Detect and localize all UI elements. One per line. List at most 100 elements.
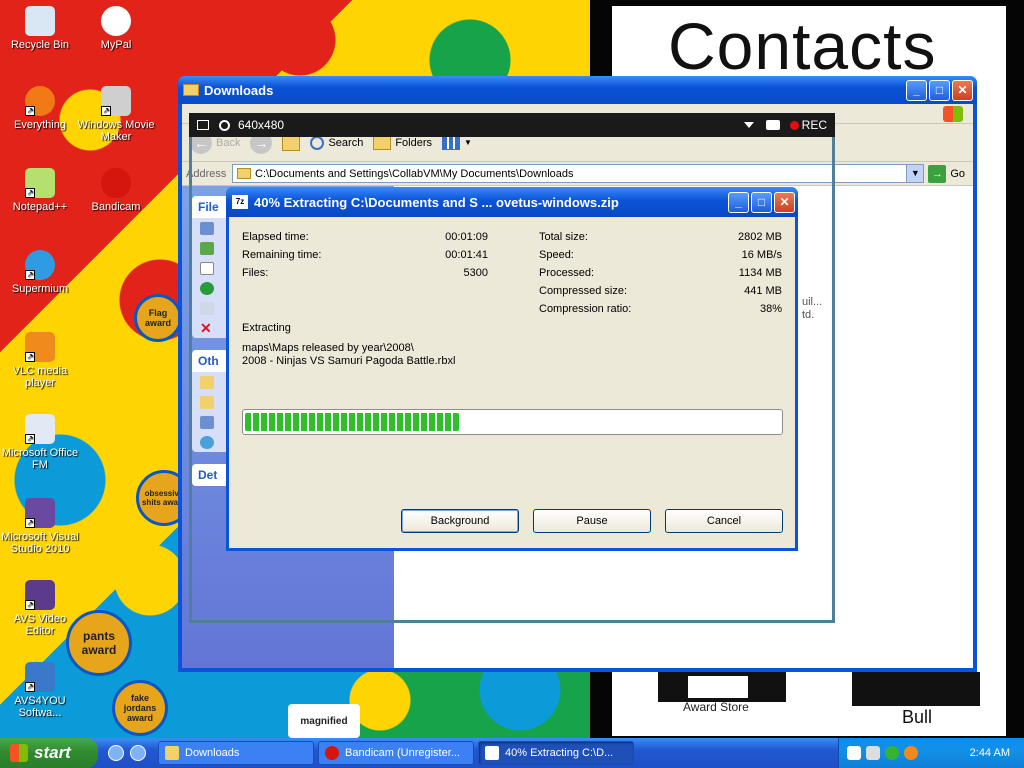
chevron-down-icon[interactable]	[743, 122, 754, 128]
avs-video-editor-icon: ↗	[25, 580, 55, 610]
elapsed-time-label: Elapsed time:	[242, 231, 309, 243]
go-button[interactable]: → Go	[928, 164, 965, 183]
folder-icon	[165, 746, 179, 760]
fake-jordans-badge: fake jordans award	[112, 680, 168, 736]
maximize-button[interactable]: □	[929, 79, 950, 101]
bandicam-icon	[101, 168, 131, 198]
start-button[interactable]: start	[0, 738, 98, 768]
total-size-value: 2802 MB	[737, 231, 782, 243]
notepad-plus-icon: ↗	[25, 168, 55, 198]
cancel-button[interactable]: Cancel	[665, 509, 783, 533]
processed-value: 1134 MB	[738, 267, 782, 279]
desktop-icon-movie-maker[interactable]: ↗ Windows Movie Maker	[76, 86, 156, 143]
processed-label: Processed:	[539, 267, 595, 279]
speed-value: 16 MB/s	[741, 249, 782, 261]
total-size-label: Total size:	[539, 231, 588, 243]
taskbar-button-bandicam[interactable]: Bandicam (Unregister...	[318, 741, 474, 765]
desktop-icon-avs4you[interactable]: ↗ AVS4YOU Softwa...	[0, 662, 80, 719]
everything-icon: ↗	[25, 86, 55, 116]
award-store-card	[658, 672, 786, 702]
files-value: 5300	[463, 267, 488, 279]
magnified-badge: magnified	[288, 704, 360, 738]
recycle-bin-icon	[25, 6, 55, 36]
system-tray: 2:44 AM	[838, 738, 1024, 768]
status-label: Extracting	[242, 322, 291, 334]
camera-icon[interactable]	[765, 120, 780, 130]
close-button[interactable]: ✕	[952, 79, 973, 101]
contacts-title: Contacts	[668, 9, 937, 83]
explorer-titlebar[interactable]: Downloads _ □ ✕	[178, 76, 977, 104]
taskbar-button-downloads[interactable]: Downloads	[158, 741, 314, 765]
compression-ratio-value: 38%	[759, 303, 782, 315]
7zip-icon: 7z	[232, 195, 248, 209]
rec-button[interactable]: REC	[802, 118, 827, 132]
remaining-time-label: Remaining time:	[242, 249, 322, 261]
desktop-icon-notepad-plus[interactable]: ↗ Notepad++	[0, 168, 80, 213]
pause-button[interactable]: Pause	[533, 509, 651, 533]
flag-award-badge: Flag award	[134, 294, 182, 342]
internet-explorer-icon[interactable]	[108, 745, 124, 761]
address-dropdown-button[interactable]: ▼	[906, 165, 924, 182]
taskbar-button-extracting[interactable]: 40% Extracting C:\D...	[478, 741, 634, 765]
bull-label: Bull	[902, 707, 933, 727]
help-icon[interactable]	[847, 746, 861, 760]
office-icon: ↗	[25, 414, 55, 444]
movie-maker-icon: ↗	[101, 86, 131, 116]
award-store-label: Award Store	[683, 700, 749, 714]
extraction-title: 40% Extracting C:\Documents and S ... ov…	[254, 194, 619, 210]
vlc-icon: ↗	[25, 332, 55, 362]
bull-card	[852, 672, 980, 706]
current-path: maps\Maps released by year\2008\	[242, 342, 414, 354]
tray-app-icon[interactable]	[904, 746, 918, 760]
go-arrow-icon: →	[928, 164, 947, 183]
compressed-size-value: 441 MB	[744, 285, 782, 297]
desktop-icon-recycle-bin[interactable]: Recycle Bin	[0, 6, 80, 51]
network-icon[interactable]	[885, 746, 899, 760]
extraction-body: Elapsed time: 00:01:09 Remaining time: 0…	[229, 217, 795, 548]
desktop-icon-bandicam[interactable]: Bandicam	[76, 168, 156, 213]
fullscreen-icon[interactable]	[197, 120, 209, 130]
supermium-icon: ↗	[25, 250, 55, 280]
volume-icon[interactable]	[866, 746, 880, 760]
desktop-icon-vlc[interactable]: ↗ VLC media player	[0, 332, 80, 389]
maximize-button[interactable]: □	[751, 191, 772, 213]
elapsed-time-value: 00:01:09	[445, 231, 488, 243]
progress-fill	[245, 413, 459, 431]
current-file: 2008 - Ninjas VS Samuri Pagoda Battle.rb…	[242, 355, 456, 367]
capture-size: 640x480	[238, 118, 285, 132]
windows-logo-icon	[10, 744, 28, 762]
explorer-title: Downloads	[204, 82, 274, 98]
speed-label: Speed:	[539, 249, 574, 261]
background-button[interactable]: Background	[401, 509, 519, 533]
files-label: Files:	[242, 267, 269, 279]
quick-launch	[98, 745, 158, 761]
extraction-titlebar[interactable]: 7z 40% Extracting C:\Documents and S ...…	[226, 187, 798, 217]
extraction-dialog[interactable]: 7z 40% Extracting C:\Documents and S ...…	[226, 187, 798, 551]
mypal-icon	[101, 6, 131, 36]
desktop-icon-mypal[interactable]: MyPal	[76, 6, 156, 51]
bandicam-icon	[325, 746, 339, 760]
desktop-icon-office[interactable]: ↗ Microsoft Office FM	[0, 414, 80, 471]
windows-logo-icon	[943, 106, 963, 122]
desktop-icon-supermium[interactable]: ↗ Supermium	[0, 250, 80, 295]
visual-studio-icon: ↗	[25, 498, 55, 528]
bandicam-toolbar[interactable]: 640x480 REC	[189, 113, 835, 137]
search-icon[interactable]	[219, 119, 230, 131]
record-dot-icon	[789, 120, 799, 130]
avs4you-icon: ↗	[25, 662, 55, 692]
folder-icon	[183, 84, 199, 96]
desktop-icon-visual-studio[interactable]: ↗ Microsoft Visual Studio 2010	[0, 498, 80, 555]
minimize-button[interactable]: _	[906, 79, 927, 101]
7zip-icon	[485, 746, 499, 760]
desktop-icon-everything[interactable]: ↗ Everything	[0, 86, 80, 131]
remaining-time-value: 00:01:41	[445, 249, 488, 261]
compressed-size-label: Compressed size:	[539, 285, 628, 297]
close-button[interactable]: ✕	[774, 191, 795, 213]
clock: 2:44 AM	[969, 747, 1010, 759]
taskbar: start Downloads Bandicam (Unregister... …	[0, 738, 1024, 768]
compression-ratio-label: Compression ratio:	[539, 303, 632, 315]
show-desktop-icon[interactable]	[130, 745, 146, 761]
desktop-icon-avs-video-editor[interactable]: ↗ AVS Video Editor	[0, 580, 80, 637]
extraction-progress-bar	[242, 409, 783, 435]
minimize-button[interactable]: _	[728, 191, 749, 213]
